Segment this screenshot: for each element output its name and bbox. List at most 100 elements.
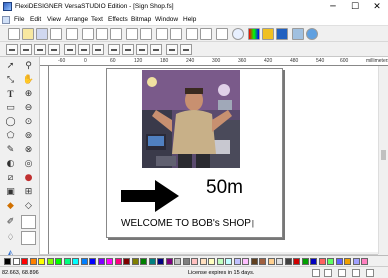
close-button[interactable]: ✕ bbox=[366, 0, 388, 14]
color-swatch[interactable] bbox=[165, 258, 173, 265]
align-center-icon[interactable] bbox=[20, 44, 32, 55]
color-swatch[interactable] bbox=[131, 258, 139, 265]
menu-effects[interactable]: Effects bbox=[108, 16, 128, 23]
zoom-in-icon[interactable]: ⊕ bbox=[21, 87, 36, 101]
align-middle-icon[interactable] bbox=[78, 44, 90, 55]
color-swatch[interactable] bbox=[157, 258, 164, 265]
align-bottom-icon[interactable] bbox=[92, 44, 104, 55]
center-h-icon[interactable] bbox=[150, 44, 162, 55]
space-icon[interactable] bbox=[122, 44, 134, 55]
photo-image[interactable] bbox=[142, 70, 240, 168]
menu-bitmap[interactable]: Bitmap bbox=[131, 16, 151, 23]
size-match-icon[interactable] bbox=[180, 44, 192, 55]
size-text[interactable]: 50m bbox=[206, 177, 243, 199]
welcome-text[interactable]: WELCOME TO BOB's SHOP| bbox=[121, 218, 254, 229]
ungroup-icon[interactable] bbox=[170, 28, 182, 40]
color-swatch[interactable] bbox=[250, 258, 258, 265]
send-icon[interactable] bbox=[66, 28, 78, 40]
node-tool-icon[interactable]: ⤡ bbox=[3, 73, 18, 87]
vertical-scrollbar[interactable] bbox=[378, 66, 388, 254]
color-swatch[interactable] bbox=[106, 258, 113, 265]
color-swatch[interactable] bbox=[267, 258, 275, 265]
ellipse-tool-icon[interactable]: ◯ bbox=[3, 115, 18, 129]
color-swatch[interactable] bbox=[114, 258, 122, 265]
scroll-thumb[interactable] bbox=[381, 150, 386, 160]
color-swatch[interactable] bbox=[259, 258, 266, 265]
paste-icon[interactable] bbox=[110, 28, 122, 40]
color-swatch[interactable] bbox=[352, 258, 360, 265]
maximize-button[interactable]: ☐ bbox=[344, 0, 366, 14]
group-icon[interactable] bbox=[156, 28, 168, 40]
cut-icon[interactable] bbox=[82, 28, 94, 40]
color-swatch[interactable] bbox=[55, 258, 62, 265]
color-swatch[interactable] bbox=[72, 258, 79, 265]
globe-icon[interactable] bbox=[232, 28, 244, 40]
align-top-icon[interactable] bbox=[64, 44, 76, 55]
align-justify-icon[interactable] bbox=[48, 44, 60, 55]
doc-icon[interactable] bbox=[2, 16, 10, 24]
color-swatch[interactable] bbox=[233, 258, 241, 265]
color-swatch[interactable] bbox=[242, 258, 249, 265]
color-box-icon[interactable] bbox=[21, 215, 36, 229]
new-icon[interactable] bbox=[8, 28, 20, 40]
text-tool-icon[interactable]: T bbox=[3, 87, 18, 101]
zoom-tool-icon[interactable]: ⚲ bbox=[21, 59, 36, 73]
menu-help[interactable]: Help bbox=[183, 16, 196, 23]
color-swatch[interactable] bbox=[21, 258, 28, 265]
menu-window[interactable]: Window bbox=[155, 16, 178, 23]
align-left-icon[interactable] bbox=[6, 44, 18, 55]
menu-view[interactable]: View bbox=[47, 16, 61, 23]
contour-tool-icon[interactable]: ▣ bbox=[3, 185, 18, 199]
color-swatch[interactable] bbox=[293, 258, 300, 265]
preview-icon[interactable] bbox=[292, 28, 304, 40]
color-swatch[interactable] bbox=[63, 258, 71, 265]
color-swatch[interactable] bbox=[310, 258, 317, 265]
zoom-all-icon[interactable]: ● bbox=[21, 171, 36, 185]
minimize-button[interactable]: ─ bbox=[322, 0, 344, 14]
color-swatch[interactable] bbox=[140, 258, 147, 265]
measure-tool-icon[interactable]: ⊞ bbox=[21, 185, 36, 199]
paint-bucket-icon[interactable]: ♢ bbox=[3, 231, 18, 245]
fill-icon[interactable] bbox=[262, 28, 274, 40]
color-swatch[interactable] bbox=[335, 258, 343, 265]
horizontal-ruler[interactable]: -60 0 60 120 180 240 300 360 420 480 540… bbox=[40, 57, 388, 66]
color-swatch[interactable] bbox=[216, 258, 224, 265]
color-swatch[interactable] bbox=[344, 258, 351, 265]
rectangle-tool-icon[interactable]: ▭ bbox=[3, 101, 18, 115]
menu-edit[interactable]: Edit bbox=[30, 16, 41, 23]
outline-box-icon[interactable] bbox=[21, 231, 36, 245]
color-swatch[interactable] bbox=[4, 258, 11, 265]
combine-icon[interactable] bbox=[186, 28, 198, 40]
polygon-tool-icon[interactable]: ⬠ bbox=[3, 129, 18, 143]
color-swatch[interactable] bbox=[12, 258, 20, 265]
break-icon[interactable] bbox=[200, 28, 212, 40]
zoom-page-icon[interactable]: ⊚ bbox=[21, 129, 36, 143]
undo-icon[interactable] bbox=[126, 28, 138, 40]
menu-text[interactable]: Text bbox=[91, 16, 103, 23]
color-swatch[interactable] bbox=[29, 258, 37, 265]
outline-tool-icon[interactable]: ◇ bbox=[21, 199, 36, 213]
color-swatch[interactable] bbox=[97, 258, 105, 265]
knife-tool-icon[interactable]: ⧄ bbox=[3, 171, 18, 185]
swatch-icon[interactable] bbox=[276, 28, 288, 40]
weld-icon[interactable] bbox=[216, 28, 228, 40]
color-swatch[interactable] bbox=[284, 258, 292, 265]
menu-file[interactable]: File bbox=[14, 16, 24, 23]
zoom-previous-icon[interactable]: ⊗ bbox=[21, 143, 36, 157]
color-swatch[interactable] bbox=[225, 258, 232, 265]
color-swatch[interactable] bbox=[148, 258, 156, 265]
color-swatch[interactable] bbox=[301, 258, 309, 265]
color-swatch[interactable] bbox=[191, 258, 198, 265]
menu-arrange[interactable]: Arrange bbox=[65, 16, 88, 23]
zoom-out-icon[interactable]: ⊖ bbox=[21, 101, 36, 115]
zoom-selected-icon[interactable]: ◎ bbox=[21, 157, 36, 171]
color-swatch[interactable] bbox=[208, 258, 215, 265]
distribute-icon[interactable] bbox=[108, 44, 120, 55]
color-swatch[interactable] bbox=[318, 258, 326, 265]
color-swatch[interactable] bbox=[199, 258, 207, 265]
save-icon[interactable] bbox=[36, 28, 48, 40]
arrow-shape[interactable] bbox=[121, 180, 179, 212]
color-swatch[interactable] bbox=[361, 258, 368, 265]
select-tool-icon[interactable]: ➚ bbox=[3, 59, 18, 73]
color-swatch[interactable] bbox=[38, 258, 45, 265]
